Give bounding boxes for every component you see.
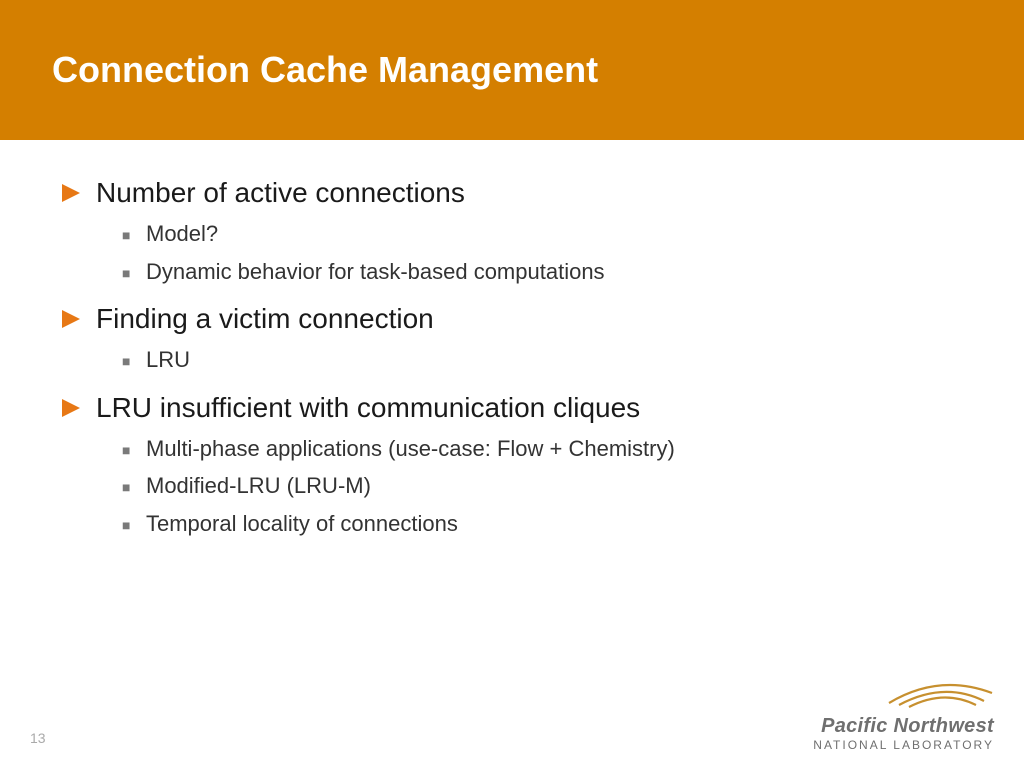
- triangle-right-icon: [62, 304, 96, 328]
- square-icon: ■: [122, 354, 146, 368]
- square-icon: ■: [122, 518, 146, 532]
- sub-bullet-text: Model?: [146, 220, 218, 248]
- logo-line-1: Pacific Northwest: [813, 715, 994, 738]
- bullet-text: Number of active connections: [96, 175, 465, 210]
- triangle-right-icon: [62, 178, 96, 202]
- sub-bullet-text: Multi-phase applications (use-case: Flow…: [146, 435, 675, 463]
- slide-title: Connection Cache Management: [52, 49, 598, 91]
- triangle-right-icon: [62, 393, 96, 417]
- bullet-item: LRU insufficient with communication cliq…: [62, 390, 964, 425]
- bullet-text: LRU insufficient with communication cliq…: [96, 390, 640, 425]
- title-bar: Connection Cache Management: [0, 0, 1024, 140]
- sub-bullet-text: LRU: [146, 346, 190, 374]
- sub-bullet-item: ■ LRU: [122, 346, 964, 374]
- slide-body: Number of active connections ■ Model? ■ …: [62, 175, 964, 537]
- sub-bullet-item: ■ Modified-LRU (LRU-M): [122, 472, 964, 500]
- pnnl-logo: Pacific Northwest NATIONAL LABORATORY: [813, 675, 994, 752]
- sub-bullet-item: ■ Model?: [122, 220, 964, 248]
- square-icon: ■: [122, 228, 146, 242]
- slide: Connection Cache Management Number of ac…: [0, 0, 1024, 768]
- logo-swoosh-icon: [884, 675, 994, 711]
- square-icon: ■: [122, 480, 146, 494]
- square-icon: ■: [122, 443, 146, 457]
- square-icon: ■: [122, 266, 146, 280]
- bullet-item: Number of active connections: [62, 175, 964, 210]
- sub-bullet-text: Dynamic behavior for task-based computat…: [146, 258, 605, 286]
- logo-line-2: NATIONAL LABORATORY: [813, 738, 994, 752]
- sub-bullet-text: Modified-LRU (LRU-M): [146, 472, 371, 500]
- page-number: 13: [30, 730, 46, 746]
- sub-bullet-item: ■ Temporal locality of connections: [122, 510, 964, 538]
- sub-bullet-item: ■ Multi-phase applications (use-case: Fl…: [122, 435, 964, 463]
- bullet-text: Finding a victim connection: [96, 301, 434, 336]
- sub-bullet-text: Temporal locality of connections: [146, 510, 458, 538]
- bullet-item: Finding a victim connection: [62, 301, 964, 336]
- sub-bullet-item: ■ Dynamic behavior for task-based comput…: [122, 258, 964, 286]
